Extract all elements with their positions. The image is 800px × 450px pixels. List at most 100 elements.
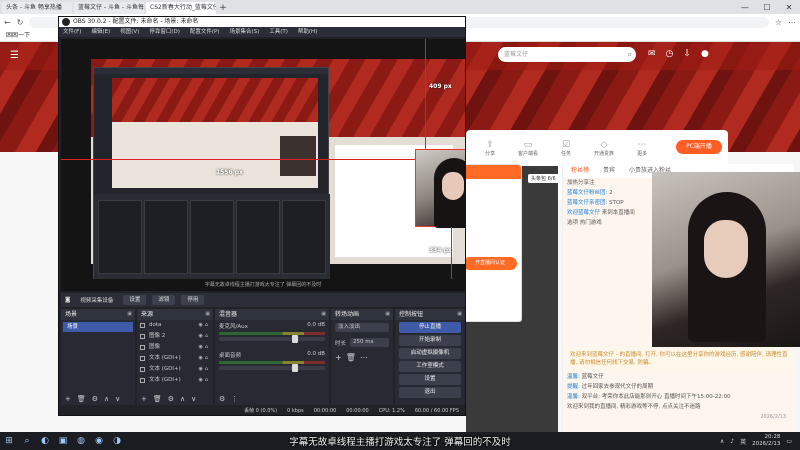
tool-share[interactable]: ⇪ 分享 [474, 140, 506, 157]
menu-docks[interactable]: 停靠窗口(D) [149, 27, 180, 37]
menu-file[interactable]: 文件(F) [63, 27, 81, 37]
eye-lock-icon[interactable]: ◉⌂ [198, 331, 210, 342]
download-icon[interactable]: ⇩ [683, 49, 691, 59]
menu-edit[interactable]: 编辑(E) [91, 27, 110, 37]
add-icon[interactable]: + [65, 393, 71, 405]
source-item[interactable]: 文本 (GDI+) ◉⌂ [137, 364, 213, 375]
tool-client[interactable]: ▭ 客户端看 [512, 140, 544, 157]
preview-webcam-source[interactable] [415, 149, 465, 228]
volume-meter [219, 332, 325, 335]
hamburger-icon[interactable]: ☰ [10, 50, 19, 61]
slider-knob[interactable] [292, 364, 299, 372]
source-type-icon [140, 334, 145, 339]
channel-name: 麦克风/Aux [219, 324, 248, 330]
filter-icon[interactable]: ⚙ [92, 393, 98, 405]
arrow-up-icon[interactable]: ∧ [180, 393, 185, 405]
eye-lock-icon[interactable]: ◉⌂ [198, 320, 210, 331]
bookmark-item[interactable]: 困困一下 [6, 30, 30, 41]
source-type-icon [140, 345, 145, 350]
chat-tab[interactable]: 粉丝榜 [571, 164, 589, 178]
source-item[interactable]: 图像 ◉⌂ [137, 342, 213, 353]
menu-profile[interactable]: 配置文件(P) [190, 27, 220, 37]
obs-preview[interactable]: 409 px 1556 px 334 px [61, 39, 465, 279]
search-input[interactable]: 蓝莓文仔 ⌕ [498, 47, 636, 62]
star-icon[interactable]: ☆ [775, 18, 782, 27]
menu-help[interactable]: 帮助(H) [298, 27, 317, 37]
browser-tab-3[interactable]: CS2新春大行动_蓝莓文仔 - 斗鱼 [146, 2, 216, 14]
menu-view[interactable]: 视图(V) [120, 27, 139, 37]
search-icon[interactable]: ⌕ [628, 47, 632, 62]
source-item[interactable]: 文本 (GDI+) 2 ◉⌂ [137, 353, 213, 364]
menu-tools[interactable]: 工具(T) [269, 27, 288, 37]
gear-icon[interactable]: ⚙ [219, 393, 225, 405]
more-icon: ⋯ [637, 140, 647, 150]
deactivate-button[interactable]: 停用 [181, 295, 205, 305]
source-item[interactable]: dota ◉⌂ [137, 320, 213, 331]
filters-button[interactable]: 滤镜 [152, 295, 176, 305]
add-icon[interactable]: + [141, 393, 147, 405]
mixer-channel: 桌面音频 0.0 dB [215, 349, 329, 372]
preview-nested-obs [93, 67, 330, 279]
settings-button[interactable]: 设置 [123, 295, 147, 305]
page-date: 2026/2/13 [760, 414, 786, 420]
eye-lock-icon[interactable]: ◉⌂ [198, 342, 210, 353]
maximize-icon[interactable]: ☐ [756, 2, 778, 14]
preview-cam-face [442, 172, 464, 200]
source-type-icon [140, 367, 145, 372]
eye-lock-icon[interactable]: ◉⌂ [198, 375, 210, 386]
more-icon[interactable]: ⋮ [231, 393, 238, 405]
nested-dock [236, 200, 280, 274]
nested-docks [94, 194, 330, 279]
duration-input[interactable]: 250 ms [350, 338, 389, 347]
trash-icon[interactable]: 🗑 [77, 393, 86, 405]
mixer-channel: 麦克风/Aux 0.0 dB [215, 320, 329, 343]
back-icon[interactable]: ← [4, 18, 11, 27]
source-item[interactable]: 文本 (GDI+) 3 ◉⌂ [137, 375, 213, 386]
stop-streaming-button[interactable]: 停止直播 [399, 322, 461, 333]
eye-lock-icon[interactable]: ◉⌂ [198, 364, 210, 375]
message-icon[interactable]: ✉ [648, 49, 656, 59]
obs-statusbar: 丢帧 0 (0.0%) 0 kbps 00:00:00 00:00:00 CPU… [61, 407, 465, 415]
source-item[interactable]: 图像 2 ◉⌂ [137, 331, 213, 342]
start-recording-button[interactable]: 开始录制 [399, 335, 461, 346]
transition-select[interactable]: 淡入淡出 [335, 323, 389, 332]
browser-tab-2[interactable]: 蓝莓文仔 - 斗鱼 - 斗鱼每周 [74, 2, 144, 14]
volume-slider[interactable] [219, 364, 325, 372]
menu-dots-icon[interactable]: ⋯ [788, 18, 796, 27]
trash-icon[interactable]: 🗑 [346, 353, 356, 362]
avatar[interactable]: ● [701, 49, 709, 59]
trash-icon[interactable]: 🗑 [153, 393, 162, 405]
more-icon[interactable]: ⋯ [360, 353, 368, 362]
slider-knob[interactable] [292, 335, 299, 343]
arrow-down-icon[interactable]: ∨ [191, 393, 196, 405]
new-tab-button[interactable]: + [216, 2, 230, 14]
source-label: 图像 2 [149, 333, 166, 339]
virtual-camera-button[interactable]: 启动虚拟摄像机 [399, 348, 461, 359]
pc-live-button[interactable]: PC端开播 [676, 140, 722, 154]
chat-text: 蓝莓文仔 [581, 374, 604, 380]
exit-button[interactable]: 退出 [399, 387, 461, 398]
gear-icon[interactable]: ⚙ [168, 393, 174, 405]
studio-mode-button[interactable]: 工作室模式 [399, 361, 461, 372]
transition-actions: + 🗑 ⋯ [331, 350, 393, 365]
volume-slider[interactable] [219, 335, 325, 343]
popup-button[interactable]: 开直播间认证 [463, 257, 517, 270]
tool-more[interactable]: ⋯ 更多 [626, 140, 658, 157]
close-icon[interactable]: ✕ [778, 2, 800, 14]
arrow-up-icon[interactable]: ∧ [104, 393, 109, 405]
chat-tab[interactable]: 贵宾 [603, 164, 615, 178]
refresh-icon[interactable]: ↻ [17, 18, 24, 27]
add-icon[interactable]: + [335, 353, 342, 362]
browser-tab-1[interactable]: 头条 - 斗鱼 畅享热播 [2, 2, 72, 14]
history-icon[interactable]: ◷ [666, 49, 674, 59]
minimize-icon[interactable]: — [734, 2, 756, 14]
tool-task[interactable]: ☑ 任务 [550, 140, 582, 157]
settings-button[interactable]: 设置 [399, 374, 461, 385]
eye-lock-icon[interactable]: ◉⌂ [198, 353, 210, 364]
arrow-down-icon[interactable]: ∨ [115, 393, 120, 405]
tool-noble[interactable]: ◇ 开通贵族 [588, 140, 620, 157]
side-badge[interactable]: 头条包 6/6 [528, 174, 559, 183]
scene-item[interactable]: 场景 [63, 322, 133, 332]
menu-scene-collection[interactable]: 场景集合(S) [229, 27, 259, 37]
source-label: 图像 [149, 344, 161, 350]
